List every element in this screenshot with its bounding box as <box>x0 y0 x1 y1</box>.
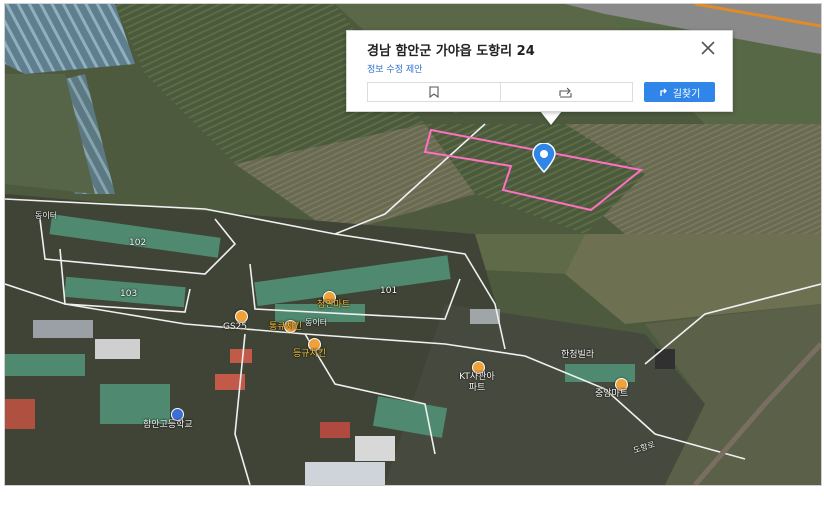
map-label-kt-apt[interactable]: KT사관아파트 <box>457 372 497 394</box>
location-pin-icon[interactable] <box>531 143 557 173</box>
directions-icon <box>660 88 667 96</box>
map-label-dongitop: 동이터 <box>35 211 58 220</box>
directions-label: 길찾기 <box>672 88 701 100</box>
map-label-villa[interactable]: 한청빌라 <box>561 350 594 361</box>
map-label-bldg-102: 102 <box>129 238 147 248</box>
map-label-mart2[interactable]: 중앙마트 <box>595 389 628 400</box>
map-label-bldg-103: 103 <box>120 289 138 299</box>
share-button[interactable] <box>499 83 633 101</box>
map-label-bldg-101: 101 <box>380 286 398 296</box>
bookmark-button[interactable] <box>368 83 500 101</box>
directions-button[interactable]: 길찾기 <box>644 82 715 102</box>
map-label-chicken1[interactable]: 통큐치킨 <box>269 322 302 333</box>
address-popup: 경남 함안군 가야읍 도항리 24 정보 수정 제안 길찾기 <box>346 30 733 112</box>
popup-tail <box>540 111 562 125</box>
close-icon[interactable] <box>699 39 717 57</box>
bookmark-icon <box>429 86 439 98</box>
share-icon <box>559 87 572 98</box>
popup-address: 경남 함안군 가야읍 도항리 24 <box>367 44 535 59</box>
edit-suggestion-link[interactable]: 정보 수정 제안 <box>367 62 422 75</box>
map-label-gs25[interactable]: GS25 <box>223 322 247 333</box>
map-label-school[interactable]: 함안고등학교 <box>143 420 193 431</box>
map-label-dongi-mid: 동이터 <box>305 318 328 327</box>
map-label-chicken2[interactable]: 등규치킨 <box>293 349 326 360</box>
map-label-mart[interactable]: 청인마트 <box>317 300 350 311</box>
popup-action-bar <box>367 82 633 102</box>
